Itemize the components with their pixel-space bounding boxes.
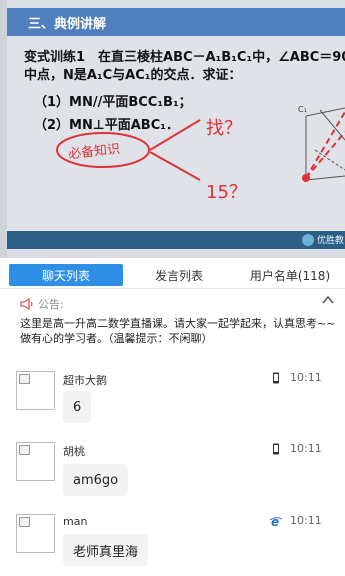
collapse-chevron-icon[interactable] [321, 293, 335, 307]
message-bubble: 6 [63, 391, 92, 423]
message-username: 超市大鹅 [63, 374, 107, 387]
video-bottom-bar [7, 231, 345, 249]
annotation-15-text: 15？ [206, 182, 247, 203]
message-username: man [63, 515, 88, 528]
vertex-label: C₁ [298, 105, 307, 114]
megaphone-icon [20, 297, 33, 311]
ie-browser-icon: e [270, 515, 282, 527]
annotation-find-text: 找？ [206, 118, 242, 139]
avatar[interactable] [16, 371, 55, 410]
avatar[interactable] [16, 514, 55, 553]
announcement-text: 这里是高一升高二数学直播课。请大家一起学起来，认真思考~~做有心的学习者。（温馨… [20, 317, 336, 345]
mobile-icon [273, 443, 279, 455]
svg-text:e: e [271, 515, 279, 527]
chat-tabs: 聊天列表 发言列表 用户名单(118) [0, 258, 345, 286]
slide-drawing: C₁ 必备知识 找？ 15？ [56, 105, 345, 203]
broadcast-logo: 优胜教 [302, 233, 344, 246]
logo-text: 优胜教 [317, 236, 345, 246]
mobile-icon [273, 372, 279, 384]
message-time: 10:11 [290, 442, 322, 455]
announcement-header: 公告: [20, 296, 64, 312]
message-bubble: 老师真里海 [63, 534, 149, 566]
message-username: 胡桃 [63, 445, 85, 458]
annotation-circle-text: 必备知识 [67, 141, 120, 162]
tab-speech-list[interactable]: 发言列表 [127, 264, 231, 286]
message-bubble: am6go [63, 464, 129, 496]
announcement-title: 公告: [38, 298, 64, 311]
tab-user-list[interactable]: 用户名单(118) [235, 264, 345, 286]
announcement: 公告: 这里是高一升高二数学直播课。请大家一起学起来，认真思考~~做有心的学习者… [0, 288, 345, 351]
logo-mark-icon [302, 233, 314, 246]
live-video-area[interactable]: 三、典例讲解 变式训练1 在直三棱柱ABC－A₁B₁C₁中，∠ABC＝90 中点… [0, 0, 345, 258]
message-time: 10:11 [290, 514, 322, 527]
avatar[interactable] [16, 442, 55, 481]
message-time: 10:11 [290, 371, 322, 384]
tab-chat-list[interactable]: 聊天列表 [9, 264, 123, 286]
